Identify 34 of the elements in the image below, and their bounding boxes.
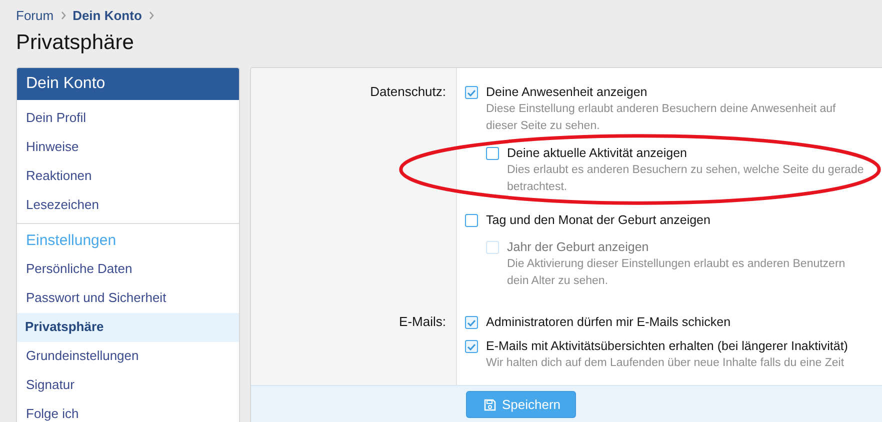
option-hint: Die Aktivierung dieser Einstellungen erlaubt es anderen Benutzern dein Alter zu sehen.: [507, 257, 846, 289]
group-label: Datenschutz:: [370, 84, 446, 99]
option-label: Tag und den Monat der Geburt anzeigen: [486, 212, 710, 229]
sidebar-item[interactable]: Lesezeichen: [17, 191, 239, 220]
option-hint: Diese Einstellung erlaubt anderen Besuchern deine Anwesenheit auf dieser Seite zu sehen.: [486, 102, 837, 134]
option-hint: Dies erlaubt es anderen Besuchern zu sehen, welche Seite du gerade betrachtest.: [507, 163, 865, 195]
sidebar-item[interactable]: Dein Profil: [17, 104, 239, 133]
sidebar-item[interactable]: Hinweise: [17, 133, 239, 162]
option-hint: Wir halten dich auf dem Laufenden über neue Inhalte falls du eine Zeit: [486, 356, 846, 371]
chevron-icon: [60, 10, 67, 20]
chevron-icon: [148, 10, 155, 20]
option-label: E-Mails mit Aktivitätsübersichten erhalten (bei längerer Inaktivität): [486, 338, 848, 355]
sidebar-item[interactable]: Passwort und Sicherheit: [17, 284, 239, 313]
option-label: Administratoren dürfen mir E-Mails schicken: [486, 314, 731, 331]
option-label: Deine Anwesenheit anzeigen: [486, 84, 648, 101]
checkbox[interactable]: [465, 316, 478, 329]
sidebar-item[interactable]: Privatsphäre: [17, 313, 239, 342]
checkbox[interactable]: [486, 147, 499, 160]
option-label: Deine aktuelle Aktivität anzeigen: [507, 145, 687, 162]
checkbox[interactable]: [465, 86, 478, 99]
sidebar-item[interactable]: Grundeinstellungen: [17, 342, 239, 371]
breadcrumb-link[interactable]: Forum: [16, 8, 54, 22]
option-label: Jahr der Geburt anzeigen: [507, 239, 649, 256]
sidebar-heading: Einstellungen: [25, 231, 118, 251]
group-label: E-Mails:: [399, 314, 446, 329]
sidebar-item[interactable]: Folge ich: [17, 400, 239, 422]
breadcrumb-link[interactable]: Dein Konto: [72, 8, 142, 22]
checkbox[interactable]: [465, 340, 478, 353]
checkbox[interactable]: [465, 214, 478, 227]
page-title: Privatsphäre: [16, 31, 135, 55]
sidebar-item[interactable]: Reaktionen: [17, 162, 239, 191]
sidebar-item[interactable]: Persönliche Daten: [17, 255, 239, 284]
sidebar-header: Dein Konto: [17, 68, 239, 100]
sidebar-item[interactable]: Signatur: [17, 371, 239, 400]
